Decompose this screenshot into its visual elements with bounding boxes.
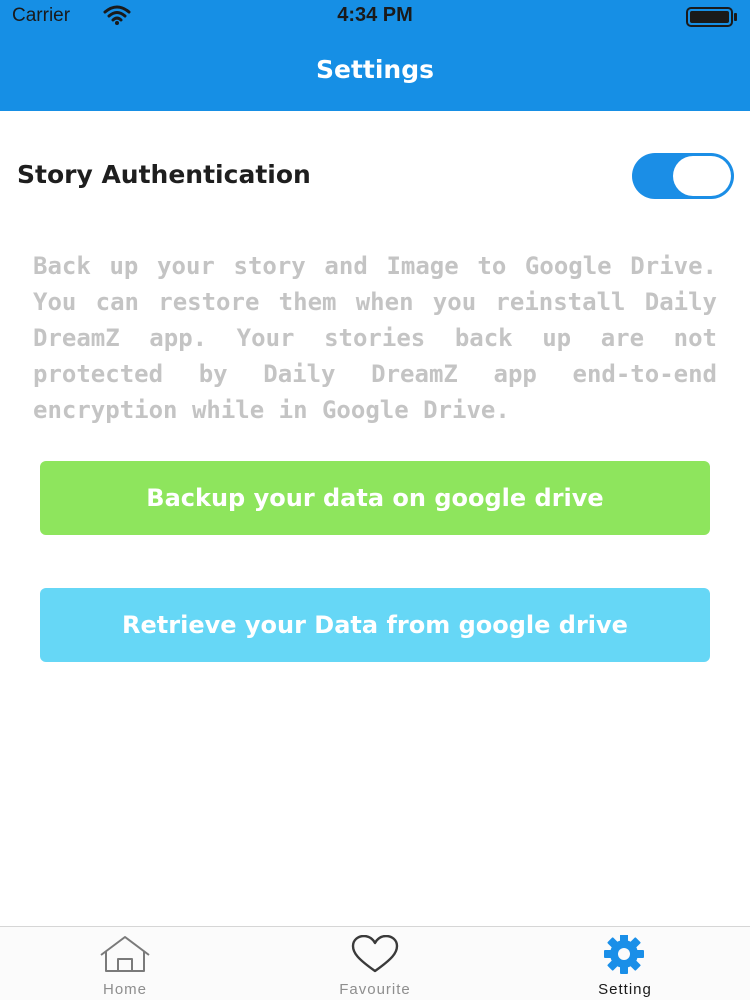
- toggle-knob: [673, 156, 731, 196]
- status-time: 4:34 PM: [337, 4, 413, 26]
- retrieve-button[interactable]: Retrieve your Data from google drive: [40, 588, 710, 662]
- gear-icon: [604, 935, 644, 974]
- status-bar: Carrier 4:34 PM: [0, 0, 750, 32]
- top-bar: Carrier 4:34 PM Settings: [0, 0, 750, 111]
- backup-button[interactable]: Backup your data on google drive: [40, 461, 710, 535]
- tab-setting-label: Setting: [598, 981, 652, 998]
- tab-favourite[interactable]: Favourite: [250, 927, 500, 1000]
- story-authentication-label: Story Authentication: [17, 160, 311, 189]
- tab-home[interactable]: Home: [0, 927, 250, 1000]
- tab-setting[interactable]: Setting: [500, 927, 750, 1000]
- home-icon: [100, 936, 150, 972]
- tab-bar: Home Favourite Setting: [0, 926, 750, 1000]
- story-authentication-toggle[interactable]: [632, 153, 734, 199]
- page-title: Settings: [315, 55, 434, 84]
- heart-icon: [351, 935, 399, 973]
- tab-favourite-label: Favourite: [339, 981, 411, 998]
- backup-description: Back up your story and Image to Google D…: [33, 252, 717, 424]
- story-authentication-row: Story Authentication: [0, 150, 750, 206]
- battery-icon: [686, 7, 737, 27]
